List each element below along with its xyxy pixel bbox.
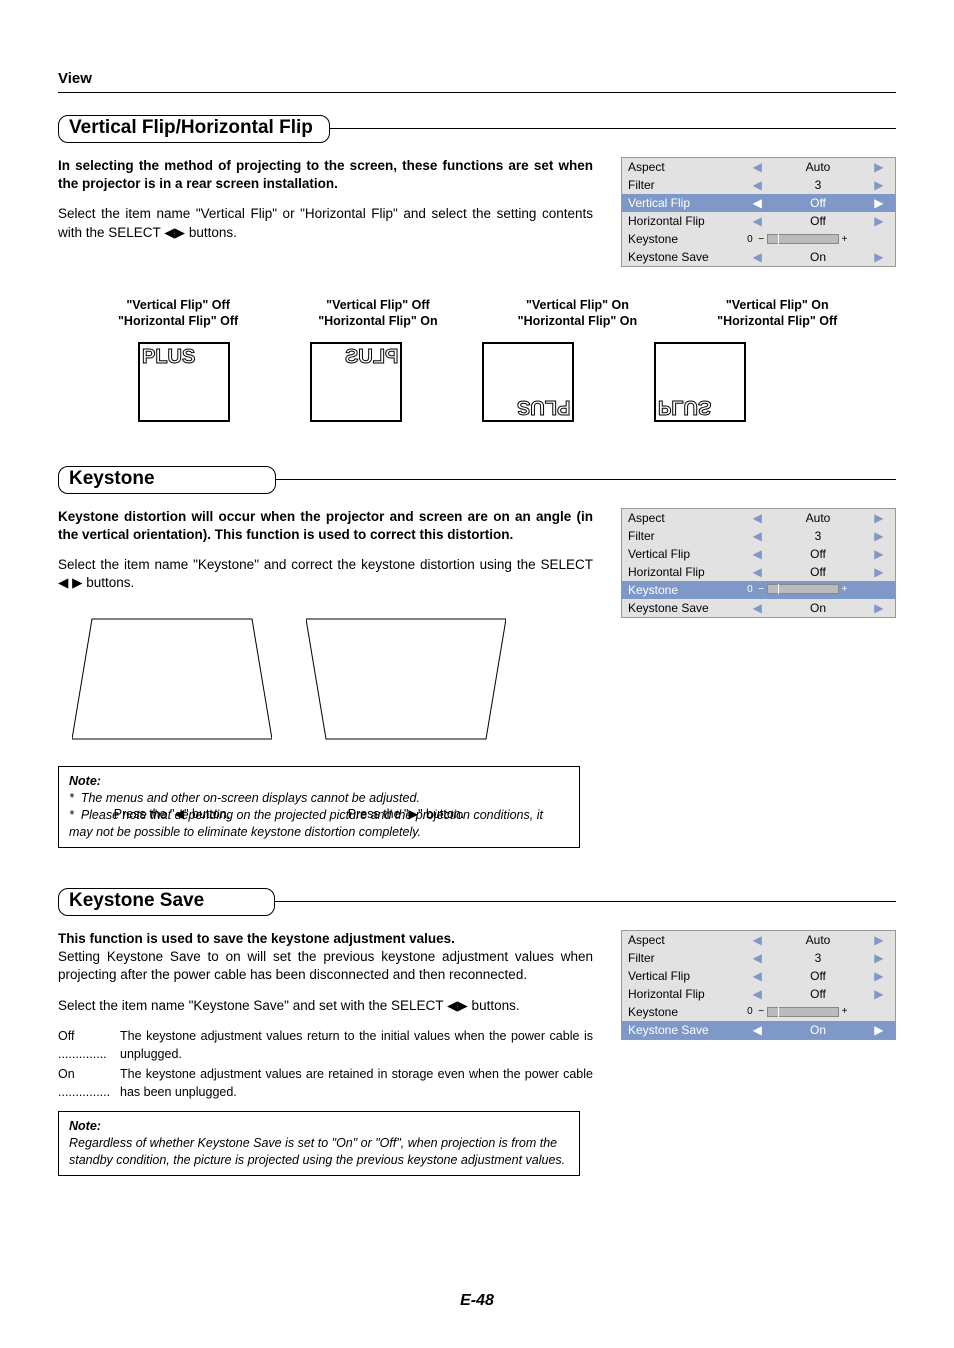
ex2-logo: PLUS xyxy=(517,395,570,418)
ex3-l2: "Horizontal Flip" Off xyxy=(717,314,837,328)
section-heading-save: Keystone Save xyxy=(58,888,896,916)
ex0-l1: "Vertical Flip" Off xyxy=(126,298,230,312)
page-title: View xyxy=(58,70,896,87)
press-left-label: Press the "◀" button. xyxy=(114,806,230,823)
save-off-text: The keystone adjustment values return to… xyxy=(120,1027,593,1063)
save-off-label: Off .............. xyxy=(58,1027,120,1063)
osd-menu-keystone: Aspect◀Auto▶ Filter◀3▶ Vertical Flip◀Off… xyxy=(621,508,896,618)
osd-menu-flip: Aspect◀Auto▶ Filter◀3▶ Vertical Flip◀Off… xyxy=(621,157,896,267)
title-rule xyxy=(58,92,896,93)
page-number: E-48 xyxy=(0,1292,954,1310)
save-note: Note: Regardless of whether Keystone Sav… xyxy=(58,1111,580,1176)
save-select-text: Select the item name "Keystone Save" and… xyxy=(58,997,593,1015)
ex2-l1: "Vertical Flip" On xyxy=(526,298,629,312)
keystone-intro-body: Select the item name "Keystone" and corr… xyxy=(58,556,593,592)
section-heading-flip: Vertical Flip/Horizontal Flip xyxy=(58,115,896,143)
ex1-logo: PLUS xyxy=(345,346,398,369)
keystone-intro-bold: Keystone distortion will occur when the … xyxy=(58,508,593,544)
section-title-keystone: Keystone xyxy=(58,466,276,494)
section-title-flip: Vertical Flip/Horizontal Flip xyxy=(58,115,330,143)
ex2-l2: "Horizontal Flip" On xyxy=(518,314,637,328)
save-on-text: The keystone adjustment values are retai… xyxy=(120,1065,593,1101)
ex1-l2: "Horizontal Flip" On xyxy=(318,314,437,328)
press-right-label: Press the "▶" button. xyxy=(348,806,464,823)
ex1-l1: "Vertical Flip" Off xyxy=(326,298,430,312)
flip-intro-bold: In selecting the method of projecting to… xyxy=(58,157,593,193)
section-heading-keystone: Keystone xyxy=(58,466,896,494)
save-intro-body: Setting Keystone Save to on will set the… xyxy=(58,948,593,984)
ex3-l1: "Vertical Flip" On xyxy=(726,298,829,312)
save-intro-bold: This function is used to save the keysto… xyxy=(58,930,593,948)
section-title-save: Keystone Save xyxy=(58,888,275,916)
keystone-diagram-right: Press the "▶" button. xyxy=(306,614,506,744)
ex0-logo: PLUS xyxy=(142,346,195,369)
save-on-label: On ............... xyxy=(58,1065,120,1101)
ex0-l2: "Horizontal Flip" Off xyxy=(118,314,238,328)
ex3-logo: PLUS xyxy=(658,395,711,418)
save-note-text: Regardless of whether Keystone Save is s… xyxy=(69,1136,565,1167)
flip-examples: "Vertical Flip" Off "Horizontal Flip" Off… xyxy=(58,297,896,336)
flip-intro-body: Select the item name "Vertical Flip" or … xyxy=(58,205,593,241)
keystone-diagram-left: Press the "◀" button. xyxy=(72,614,272,744)
osd-menu-save: Aspect◀Auto▶ Filter◀3▶ Vertical Flip◀Off… xyxy=(621,930,896,1040)
